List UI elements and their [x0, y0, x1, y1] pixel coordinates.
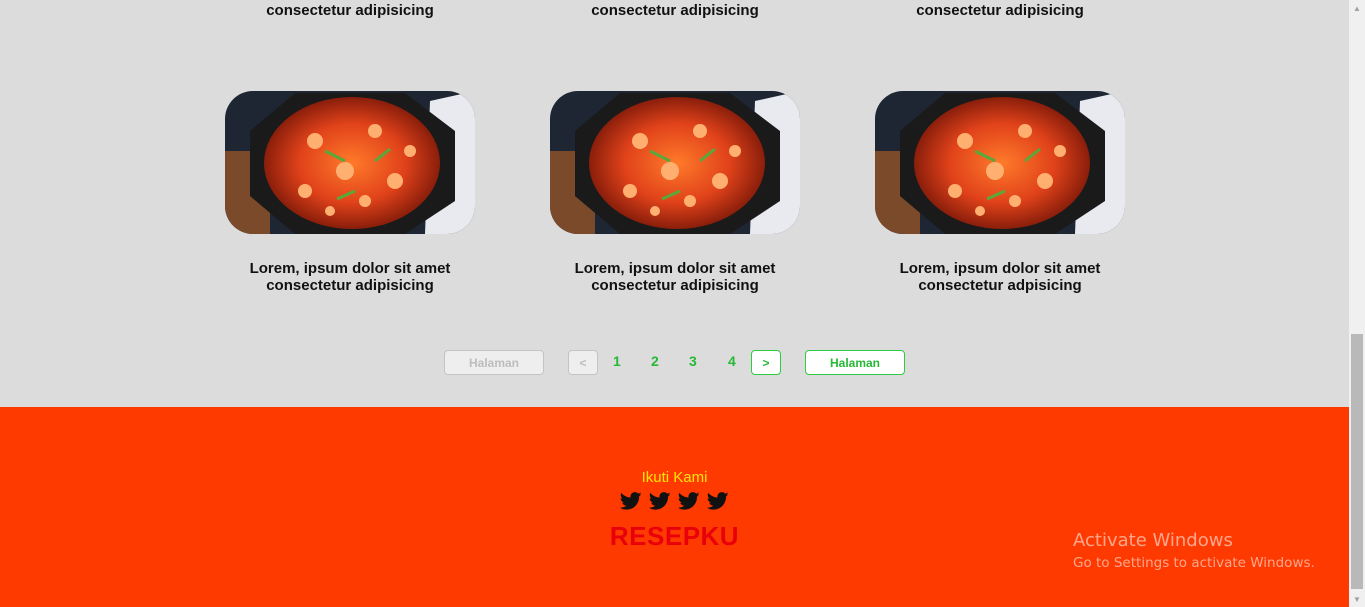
watermark-title: Activate Windows	[1073, 530, 1233, 551]
page-link-2[interactable]: 2	[651, 353, 659, 369]
recipe-card[interactable]: Lorem, ipsum dolor sit amet consectetur …	[225, 91, 475, 294]
caption-line: Lorem, ipsum dolor sit amet	[899, 260, 1101, 277]
prev-arrow-button[interactable]: <	[568, 350, 598, 375]
follow-label: Ikuti Kami	[641, 469, 708, 486]
page-link-3[interactable]: 3	[689, 353, 697, 369]
page-link-1[interactable]: 1	[613, 353, 621, 369]
food-image[interactable]	[875, 91, 1125, 234]
main-content: consectetur adipisicing consectetur adip…	[0, 0, 1349, 407]
recipe-card[interactable]: Lorem, ipsum dolor sit amet consectetur …	[875, 91, 1125, 294]
previous-card-caption: consectetur adipisicing	[916, 2, 1084, 19]
windows-activation-watermark: Activate Windows Go to Settings to activ…	[1073, 530, 1315, 571]
previous-page-button[interactable]: Halaman	[444, 350, 544, 375]
pagination: Halaman < 1 2 3 4 > Halaman	[0, 350, 1349, 375]
card-caption: Lorem, ipsum dolor sit amet consectetur …	[225, 260, 475, 294]
recipe-card[interactable]: Lorem, ipsum dolor sit amet consectetur …	[550, 91, 800, 294]
caption-line: consectetur adipisicing	[266, 277, 434, 294]
vertical-scrollbar[interactable]: ▲ ▼	[1349, 0, 1365, 607]
card-caption: Lorem, ipsum dolor sit amet consectetur …	[875, 260, 1125, 294]
caption-line: Lorem, ipsum dolor sit amet	[249, 260, 451, 277]
caption-line: consectetur adpisicing	[918, 277, 1082, 294]
twitter-icon[interactable]	[648, 490, 671, 512]
card-caption: Lorem, ipsum dolor sit amet consectetur …	[550, 260, 800, 294]
food-image[interactable]	[225, 91, 475, 234]
next-page-button[interactable]: Halaman	[805, 350, 905, 375]
watermark-subtitle: Go to Settings to activate Windows.	[1073, 555, 1315, 571]
twitter-icon[interactable]	[706, 490, 729, 512]
twitter-icon[interactable]	[677, 490, 700, 512]
previous-card-caption: consectetur adipisicing	[266, 2, 434, 19]
scroll-up-icon[interactable]: ▲	[1349, 0, 1365, 16]
social-links	[0, 490, 1349, 512]
twitter-icon[interactable]	[619, 490, 642, 512]
next-arrow-button[interactable]: >	[751, 350, 781, 375]
scroll-down-icon[interactable]: ▼	[1349, 591, 1365, 607]
food-image[interactable]	[550, 91, 800, 234]
caption-line: Lorem, ipsum dolor sit amet	[574, 260, 776, 277]
page-link-4[interactable]: 4	[728, 353, 736, 369]
caption-line: consectetur adipisicing	[591, 277, 759, 294]
scrollbar-thumb[interactable]	[1351, 334, 1363, 589]
previous-card-caption: consectetur adipisicing	[591, 2, 759, 19]
footer: Ikuti Kami RESEPKU	[0, 407, 1349, 607]
